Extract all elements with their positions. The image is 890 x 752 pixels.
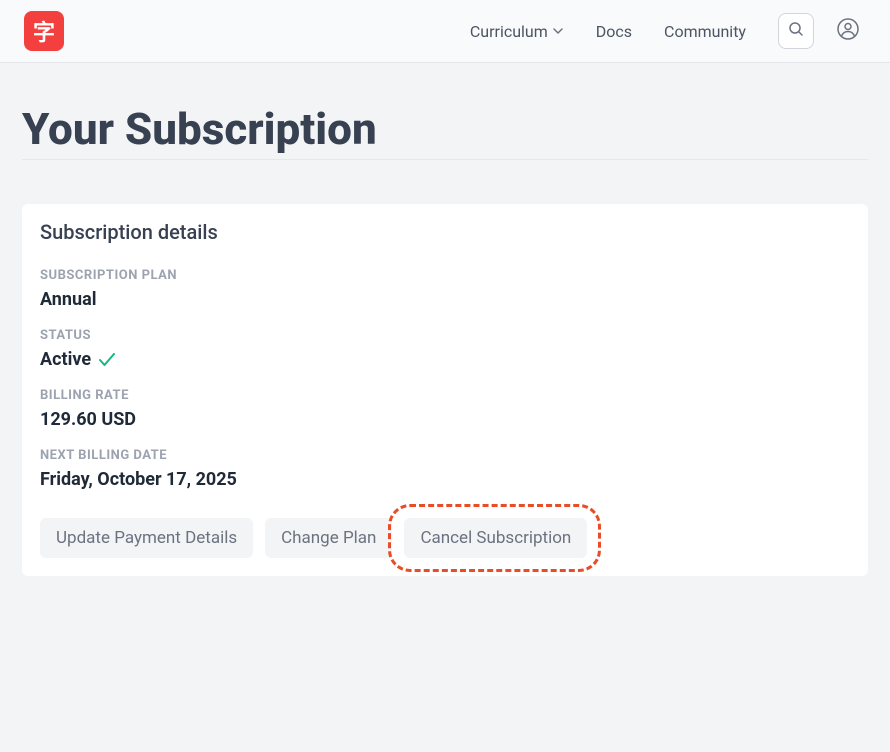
cancel-subscription-button[interactable]: Cancel Subscription — [404, 518, 587, 558]
user-menu-button[interactable] — [830, 13, 866, 49]
chevron-down-icon — [552, 25, 564, 37]
nav-curriculum-label: Curriculum — [470, 22, 548, 41]
rate-label: BILLING RATE — [40, 388, 850, 403]
page-title: Your Subscription — [22, 103, 868, 160]
logo[interactable]: 字 — [24, 11, 64, 51]
next-billing-label: NEXT BILLING DATE — [40, 448, 850, 463]
status-value: Active — [40, 349, 850, 370]
next-billing-value: Friday, October 17, 2025 — [40, 469, 850, 490]
search-button[interactable] — [778, 13, 814, 49]
nav-community-label: Community — [664, 22, 746, 41]
plan-value: Annual — [40, 289, 850, 310]
field-plan: SUBSCRIPTION PLAN Annual — [40, 268, 850, 310]
cancel-highlight-wrapper: Cancel Subscription — [404, 518, 587, 558]
rate-value: 129.60 USD — [40, 409, 850, 430]
nav-docs[interactable]: Docs — [596, 22, 632, 41]
nav-community[interactable]: Community — [664, 22, 746, 41]
field-rate: BILLING RATE 129.60 USD — [40, 388, 850, 430]
status-text: Active — [40, 349, 91, 370]
field-status: STATUS Active — [40, 328, 850, 370]
nav-curriculum[interactable]: Curriculum — [470, 22, 564, 41]
header-right — [778, 13, 866, 49]
status-label: STATUS — [40, 328, 850, 343]
header: 字 Curriculum Docs Community — [0, 0, 890, 63]
change-plan-button[interactable]: Change Plan — [265, 518, 392, 558]
nav-items: Curriculum Docs Community — [470, 22, 746, 41]
main-container: Your Subscription Subscription details S… — [0, 63, 890, 576]
card-title: Subscription details — [40, 220, 850, 244]
plan-label: SUBSCRIPTION PLAN — [40, 268, 850, 283]
button-row: Update Payment Details Change Plan Cance… — [40, 518, 850, 558]
field-next-billing: NEXT BILLING DATE Friday, October 17, 20… — [40, 448, 850, 490]
nav-docs-label: Docs — [596, 22, 632, 41]
user-icon — [837, 18, 859, 44]
subscription-card: Subscription details SUBSCRIPTION PLAN A… — [22, 204, 868, 576]
search-icon — [788, 21, 804, 41]
logo-character: 字 — [33, 15, 55, 47]
checkmark-icon — [99, 353, 115, 367]
update-payment-button[interactable]: Update Payment Details — [40, 518, 253, 558]
